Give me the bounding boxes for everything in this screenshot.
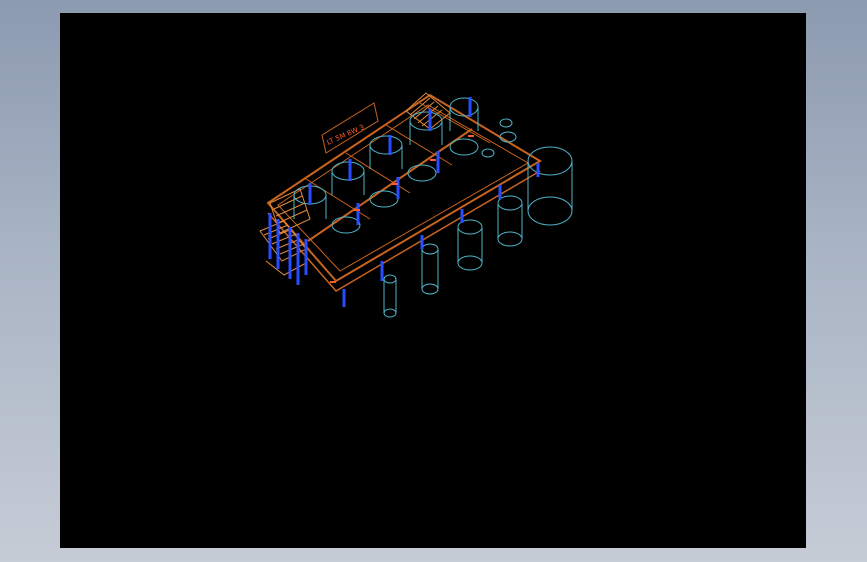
deck-inner-outline <box>277 104 530 272</box>
cross-beam <box>345 152 411 194</box>
sign-label: LT 5M 8W 3 <box>326 123 366 147</box>
isometric-plant-drawing: LT 5M 8W 3 <box>259 92 573 318</box>
cross-beam <box>305 178 371 220</box>
cad-viewport[interactable]: LT 5M 8W 3 <box>60 13 806 548</box>
stair-left <box>259 188 311 276</box>
stair-top <box>405 92 451 130</box>
